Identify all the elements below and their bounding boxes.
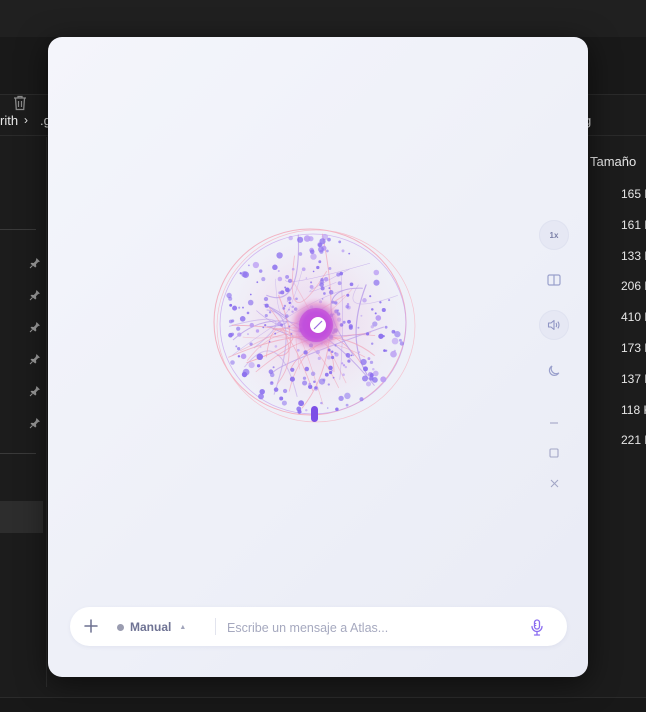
caret-up-icon: ▲ bbox=[179, 623, 187, 631]
file-size-cell: 137 K bbox=[621, 371, 646, 386]
breadcrumb-item[interactable]: rith bbox=[0, 113, 18, 128]
explorer-statusbar bbox=[0, 697, 646, 712]
composer-divider bbox=[215, 618, 216, 635]
size-column-header[interactable]: Tamaño bbox=[590, 154, 636, 169]
file-size-cell: 410 K bbox=[621, 310, 646, 325]
moon-icon[interactable] bbox=[539, 355, 569, 385]
file-size-cell: 165 K bbox=[621, 187, 646, 201]
mode-status-dot bbox=[117, 623, 124, 631]
pin-icon[interactable] bbox=[29, 416, 41, 429]
file-size-cell: 206 K bbox=[621, 279, 646, 294]
message-composer: Manual ▲ bbox=[70, 607, 567, 646]
sidebar-divider bbox=[0, 453, 36, 454]
pin-icon[interactable] bbox=[29, 384, 41, 397]
pin-icon[interactable] bbox=[29, 288, 41, 301]
mode-label: Manual bbox=[130, 620, 172, 634]
mic-icon[interactable] bbox=[527, 617, 547, 637]
breadcrumb-separator: › bbox=[24, 113, 28, 127]
file-size-cell: 118 K bbox=[621, 402, 646, 417]
atlas-assistant-window: 1x Manual ▲ bbox=[48, 37, 588, 677]
minimize-icon[interactable] bbox=[539, 408, 569, 438]
speaker-icon[interactable] bbox=[539, 310, 569, 340]
pin-icon[interactable] bbox=[29, 320, 41, 333]
sidebar-divider bbox=[0, 229, 36, 230]
maximize-icon[interactable] bbox=[539, 438, 569, 468]
close-icon[interactable] bbox=[539, 468, 569, 498]
mode-selector[interactable]: Manual ▲ bbox=[117, 618, 186, 636]
sidebar-selected-item[interactable] bbox=[0, 501, 43, 533]
file-size-cell: 161 K bbox=[621, 217, 646, 232]
explorer-pane-divider bbox=[46, 137, 47, 687]
file-size-cell: 173 K bbox=[621, 341, 646, 355]
playback-speed-button[interactable]: 1x bbox=[539, 220, 569, 250]
pin-icon[interactable] bbox=[29, 256, 41, 269]
file-size-cell: 221 K bbox=[621, 433, 646, 448]
file-size-cell: 133 K bbox=[621, 248, 646, 263]
message-input[interactable] bbox=[225, 616, 529, 639]
pin-icon[interactable] bbox=[29, 352, 41, 365]
explorer-titlebar bbox=[0, 0, 646, 37]
layout-icon[interactable] bbox=[539, 265, 569, 295]
speed-label: 1x bbox=[549, 230, 559, 240]
plus-icon[interactable] bbox=[81, 616, 101, 636]
voice-orb-visualizer bbox=[213, 226, 416, 423]
